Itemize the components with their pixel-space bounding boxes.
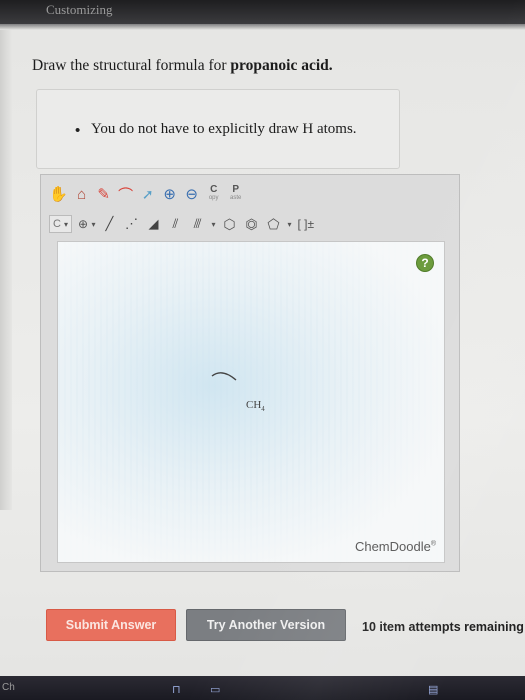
- element-select[interactable]: C ▾: [49, 215, 73, 233]
- question-prefix: Draw the structural formula for: [32, 57, 231, 74]
- chevron-down-icon: ▾: [91, 219, 96, 229]
- atom-main: CH: [246, 399, 262, 411]
- hint-bullet: •: [75, 122, 81, 139]
- page-left-rail: [0, 30, 12, 510]
- chemdoodle-watermark: ChemDoodle®: [355, 539, 436, 554]
- taskbar: Ch ⊓ ▭ ▤: [0, 676, 525, 700]
- taskbar-app-icon[interactable]: ⊓: [172, 683, 186, 696]
- browser-header: Customizing: [0, 0, 525, 24]
- watermark-text: ChemDoodle: [354, 539, 431, 554]
- attempts-remaining: 10 item attempts remaining: [362, 620, 524, 634]
- zoom-in-icon[interactable]: ⊕: [162, 184, 178, 204]
- pencil-icon[interactable]: ✎: [96, 184, 112, 204]
- charge-select[interactable]: ⊕ ▾: [78, 214, 95, 234]
- single-bond-icon[interactable]: ╱: [101, 214, 117, 234]
- lasso-icon[interactable]: ⌒: [118, 184, 134, 204]
- paste-sub: aste: [230, 195, 242, 201]
- atom-sub: 4: [261, 405, 265, 414]
- drawing-canvas[interactable]: ? CH4 ChemDoodle®: [57, 241, 445, 563]
- try-another-version-button[interactable]: Try Another Version: [186, 609, 346, 641]
- chevron-down-icon[interactable]: ▾: [287, 220, 291, 229]
- help-button[interactable]: ?: [416, 254, 434, 272]
- taskbar-window-icon[interactable]: ▤: [428, 683, 442, 696]
- question-text: Draw the structural formula for propanoi…: [32, 57, 333, 75]
- header-title: Customizing: [46, 2, 113, 17]
- chevron-down-icon: ▾: [64, 219, 69, 229]
- cyclohexane-ring-icon[interactable]: ⬡: [221, 214, 237, 234]
- taskbar-corner-label: Ch: [2, 682, 15, 693]
- taskbar-explorer-icon[interactable]: ▭: [210, 683, 224, 696]
- eraser-icon[interactable]: ⌂: [74, 184, 90, 204]
- dashed-bond-icon[interactable]: ⋰: [123, 214, 139, 234]
- submit-answer-button[interactable]: Submit Answer: [46, 609, 176, 641]
- zoom-out-icon[interactable]: ⊖: [184, 184, 200, 204]
- atom-label[interactable]: CH4: [246, 399, 265, 413]
- question-suffix: .: [328, 57, 333, 74]
- pentagon-ring-icon[interactable]: ⬠: [265, 214, 281, 234]
- benzene-ring-icon[interactable]: ⏣: [243, 214, 259, 234]
- paste-button[interactable]: P aste: [228, 184, 244, 204]
- select-icon[interactable]: ➚: [140, 184, 156, 204]
- hand-icon[interactable]: ✋: [49, 184, 68, 204]
- copy-main: C: [210, 184, 218, 195]
- watermark-mark: ®: [430, 540, 436, 548]
- chevron-down-icon[interactable]: ▾: [211, 220, 215, 229]
- chemdoodle-editor: ✋ ⌂ ✎ ⌒ ➚ ⊕ ⊖ C opy P aste C ▾ ⊕ ▾ ╱ ⋰ ◢…: [40, 174, 460, 572]
- paste-main: P: [232, 184, 240, 195]
- triple-bond-icon[interactable]: ⫻: [189, 214, 205, 234]
- copy-button[interactable]: C opy: [206, 184, 222, 204]
- copy-sub: opy: [208, 195, 219, 201]
- toolbar-row-2: C ▾ ⊕ ▾ ╱ ⋰ ◢ ⫽ ⫻ ▾ ⬡ ⏣ ⬠ ▾ [ ]±: [41, 211, 459, 237]
- hint-box: • You do not have to explicitly draw H a…: [36, 89, 400, 169]
- toolbar-row-1: ✋ ⌂ ✎ ⌒ ➚ ⊕ ⊖ C opy P aste: [41, 181, 459, 207]
- bracket-button[interactable]: [ ]±: [297, 214, 314, 234]
- element-value: C: [53, 218, 61, 230]
- hint-text: You do not have to explicitly draw H ato…: [91, 121, 357, 137]
- double-bond-icon[interactable]: ⫽: [167, 214, 183, 234]
- cursor-mark-icon: [211, 372, 237, 381]
- question-compound: propanoic acid: [230, 57, 329, 74]
- wedge-bond-icon[interactable]: ◢: [145, 214, 161, 234]
- charge-plus-icon: ⊕: [78, 217, 89, 231]
